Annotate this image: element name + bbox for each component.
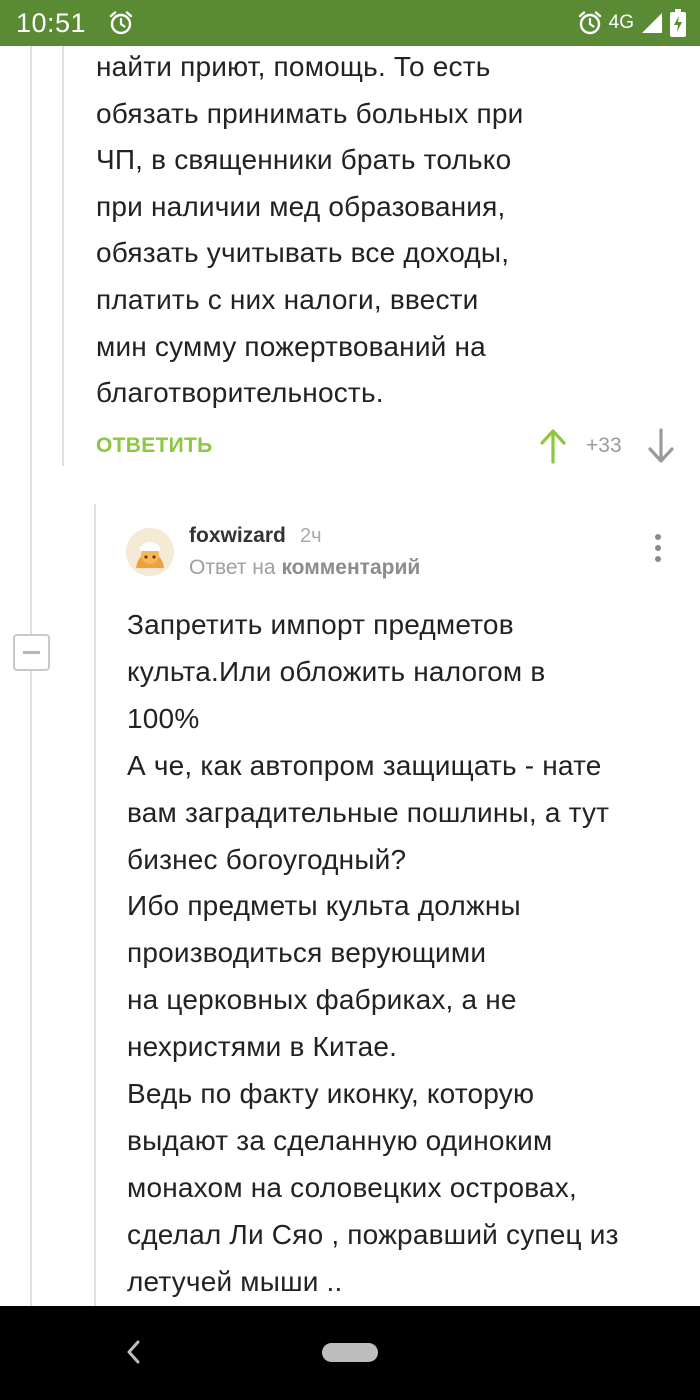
comment-line: производиться верующими — [127, 937, 487, 969]
network-type: 4G — [608, 12, 634, 33]
reply-comment-body: Запретить импорт предметов культа.Или об… — [127, 602, 687, 1306]
comment-line: платить с них налоги, ввести — [96, 283, 479, 315]
comment-line: на церковных фабриках, а не — [127, 984, 517, 1016]
comment-line: 100% — [127, 702, 200, 734]
more-options-icon[interactable] — [650, 534, 666, 570]
comment-author[interactable]: foxwizard — [189, 524, 286, 548]
alarm-icon — [109, 11, 133, 35]
thread-line — [30, 46, 32, 634]
battery-icon — [670, 9, 686, 37]
back-icon[interactable] — [120, 1336, 148, 1368]
comment-line: вам заградительные пошлины, а тут — [127, 796, 610, 828]
thread-line — [94, 504, 96, 1306]
comment-line: культа.Или обложить налогом в — [127, 655, 546, 687]
avatar-image — [126, 528, 174, 576]
comment-line: сделал Ли Сяо , пожравший супец из — [127, 1218, 619, 1250]
reply-to-prefix: Ответ на — [189, 556, 276, 579]
comment-line: Запретить импорт предметов — [127, 609, 514, 640]
comment-line: бизнес богоугодный? — [127, 843, 407, 875]
comment-line: обязать принимать больных при — [96, 97, 524, 129]
comment-line: Ибо предметы культа должны — [127, 890, 521, 922]
comment-line: ЧП, в священники брать только — [96, 144, 512, 176]
comment-line: монахом на соловецких островах, — [127, 1171, 577, 1203]
comment-time: 2ч — [300, 525, 322, 547]
comment-line: А че, как автопром защищать - нате — [127, 749, 602, 781]
signal-icon — [642, 13, 662, 33]
rating-count: +33 — [586, 434, 622, 457]
alarm-icon — [578, 11, 601, 35]
reply-to-link[interactable]: комментарий — [281, 556, 420, 579]
comment-line: мин сумму пожертвований на — [96, 330, 486, 362]
status-time: 10:51 — [16, 8, 87, 38]
downvote-arrow-icon[interactable] — [646, 428, 676, 464]
upvote-arrow-icon[interactable] — [538, 428, 568, 464]
comment-line: найти приют, помощь. То есть — [96, 51, 491, 82]
avatar[interactable] — [126, 528, 174, 576]
thread-line — [62, 46, 64, 466]
collapse-thread-button[interactable] — [13, 634, 50, 671]
status-icons: 4G — [577, 8, 686, 38]
comment-actions: ОТВЕТИТЬ +33 — [96, 420, 686, 472]
status-bar: 10:51 4G — [0, 0, 700, 46]
comment-line: обязать учитывать все доходы, — [96, 237, 510, 269]
thread-line — [30, 671, 32, 1306]
comment-line: летучей мыши .. — [127, 1265, 343, 1297]
comment-line: выдают за сделанную одиноким — [127, 1124, 553, 1156]
reply-button[interactable]: ОТВЕТИТЬ — [96, 434, 213, 458]
reply-to-line: Ответ на комментарий — [189, 556, 420, 580]
home-pill-icon[interactable] — [322, 1343, 378, 1362]
comment-line: благотворительность. — [96, 377, 384, 409]
comment-line: при наличии мед образования, — [96, 190, 506, 222]
comment-line: нехристями в Китае. — [127, 1031, 398, 1063]
parent-comment-body: найти приют, помощь. То есть обязать при… — [96, 44, 686, 417]
navigation-bar — [0, 1306, 700, 1400]
comment-line: Ведь по факту иконку, которую — [127, 1078, 535, 1110]
